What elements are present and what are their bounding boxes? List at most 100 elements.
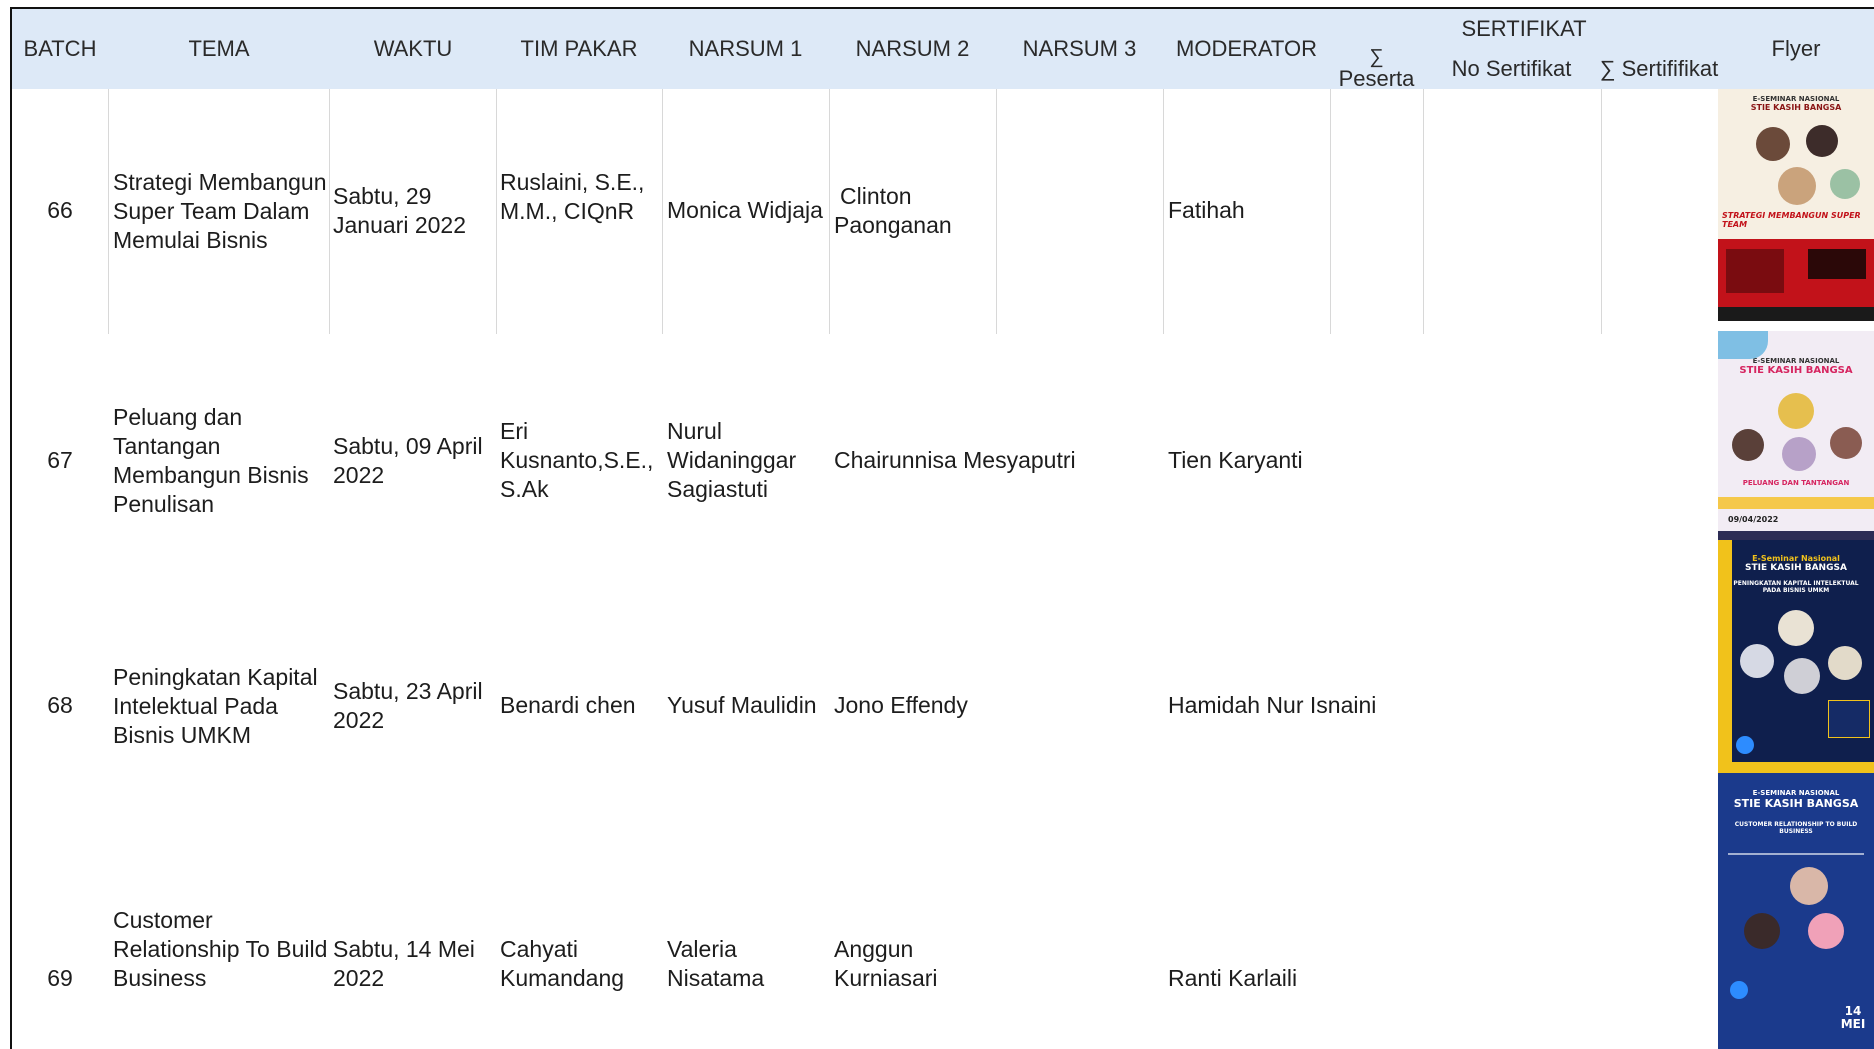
waktu-line: Sabtu, 14 Mei — [333, 936, 475, 962]
narsum-1-line: Valeria — [667, 936, 737, 962]
tema-cell[interactable]: Customer Relationship To Build Business — [113, 906, 327, 993]
sigma-icon: ∑ — [1369, 46, 1384, 68]
waktu-cell[interactable]: Sabtu, 09 April 2022 — [333, 432, 483, 490]
header-flyer[interactable]: Flyer — [1718, 9, 1874, 89]
header-tim-pakar[interactable]: TIM PAKAR — [496, 9, 662, 89]
flyer-heading: E-Seminar Nasional — [1752, 554, 1840, 563]
header-batch[interactable]: BATCH — [12, 9, 108, 89]
flyer-heading: E-SEMINAR NASIONAL — [1752, 789, 1840, 797]
moderator-line: Tien Karyanti — [1168, 447, 1303, 473]
grid-line — [1330, 89, 1331, 334]
narsum-1-cell[interactable]: Valeria Nisatama — [667, 935, 764, 993]
moderator-cell[interactable]: Ranti Karlaili — [1168, 964, 1297, 993]
tim-pakar-line: Kumandang — [500, 965, 625, 991]
flyer-tagline: PENINGKATAN KAPITAL INTELEKTUAL PADA BIS… — [1733, 580, 1859, 594]
flyer-band — [1718, 497, 1874, 509]
speaker-photo — [1756, 127, 1790, 161]
flyer-tagline: STRATEGI MEMBANGUN SUPER TEAM — [1722, 211, 1861, 229]
narsum-2-line: Anggun — [834, 936, 914, 962]
batch-cell[interactable]: 69 — [38, 964, 82, 993]
narsum-2-cell[interactable]: Jono Effendy — [834, 691, 968, 720]
speaker-photo — [1790, 867, 1828, 905]
tim-pakar-cell[interactable]: Eri Kusnanto,S.E., S.Ak — [500, 417, 653, 504]
narsum-1-line: Nisatama — [667, 965, 765, 991]
moderator-line: Hamidah Nur Isnaini — [1168, 692, 1377, 718]
waktu-cell[interactable]: Sabtu, 14 Mei 2022 — [333, 935, 475, 993]
narsum-1-cell[interactable]: Yusuf Maulidin — [667, 691, 817, 720]
moderator-cell[interactable]: Fatihah — [1168, 196, 1245, 225]
waktu-line: 2022 — [333, 707, 385, 733]
tema-line: Intelektual Pada — [113, 693, 278, 719]
flyer-date-box — [1828, 700, 1870, 738]
header-sum-sertifikat[interactable]: ∑ Sertififikat — [1600, 49, 1718, 89]
waktu-line: 2022 — [333, 462, 385, 488]
flyer-footer — [1718, 307, 1874, 321]
header-sertifikat[interactable]: SERTIFIKAT — [1423, 9, 1625, 49]
flyer-tagline: CUSTOMER RELATIONSHIP TO BUILD BUSINESS — [1734, 821, 1858, 835]
header-no-sertifikat[interactable]: No Sertifikat — [1423, 49, 1600, 89]
flyer-heading: E-SEMINAR NASIONAL — [1752, 95, 1840, 103]
header-peserta[interactable]: ∑ Peserta — [1330, 9, 1423, 89]
flyer-image[interactable]: E-SEMINAR NASIONAL STIE KASIH BANGSA PEL… — [1718, 331, 1874, 540]
narsum-1-line: Monica Widjaja — [667, 197, 823, 223]
narsum-2-cell[interactable]: Anggun Kurniasari — [834, 935, 938, 993]
tema-line: Peluang dan — [113, 404, 243, 430]
tema-cell[interactable]: Peluang dan Tantangan Membangun Bisnis P… — [113, 403, 309, 519]
flyer-logo — [1718, 331, 1768, 359]
tim-pakar-line: Benardi chen — [500, 692, 636, 718]
tema-cell[interactable]: Strategi Membangun Super Team Dalam Memu… — [113, 168, 327, 255]
tema-line: Strategi Membangun — [113, 169, 327, 195]
grid-line — [496, 89, 497, 334]
moderator-cell[interactable]: Hamidah Nur Isnaini — [1168, 691, 1376, 720]
batch-cell[interactable]: 68 — [38, 691, 82, 720]
tim-pakar-cell[interactable]: Ruslaini, S.E., M.M., CIQnR — [500, 168, 644, 226]
header-narsum-3[interactable]: NARSUM 3 — [996, 9, 1163, 89]
grid-line — [1601, 89, 1602, 334]
flyer-date: 09/04/2022 — [1728, 515, 1779, 524]
header-peserta-label: Peserta — [1338, 66, 1415, 90]
flyer-image[interactable]: E-Seminar Nasional STIE KASIH BANGSA PEN… — [1718, 540, 1874, 773]
header-narsum-2[interactable]: NARSUM 2 — [829, 9, 996, 89]
zoom-icon — [1730, 981, 1748, 999]
narsum-1-cell[interactable]: Monica Widjaja — [667, 196, 823, 225]
header-moderator[interactable]: MODERATOR — [1163, 9, 1330, 89]
grid-line — [329, 89, 330, 334]
speaker-photo — [1806, 125, 1838, 157]
narsum-2-line: Jono Effendy — [834, 692, 968, 718]
tema-line: Relationship To Build — [113, 936, 328, 962]
waktu-line: Sabtu, 23 April — [333, 678, 483, 704]
flyer-image[interactable]: E-SEMINAR NASIONAL STIE KASIH BANGSA STR… — [1718, 89, 1874, 321]
header-narsum-1[interactable]: NARSUM 1 — [662, 9, 829, 89]
tim-pakar-line: Eri — [500, 418, 529, 444]
tema-line: Peningkatan Kapital — [113, 664, 318, 690]
header-waktu[interactable]: WAKTU — [330, 9, 496, 89]
narsum-2-line: Clinton — [840, 183, 912, 209]
speaker-photo — [1784, 658, 1820, 694]
batch-cell[interactable]: 66 — [38, 196, 82, 225]
tim-pakar-cell[interactable]: Benardi chen — [500, 691, 636, 720]
speaker-photo — [1778, 167, 1816, 205]
header-tema[interactable]: TEMA — [108, 9, 330, 89]
speaker-photo — [1778, 393, 1814, 429]
narsum-2-cell[interactable]: Chairunnisa Mesyaputri — [834, 446, 1076, 475]
flyer-info-box — [1726, 249, 1784, 293]
speaker-photo — [1744, 913, 1780, 949]
narsum-2-cell[interactable]: Clinton Paonganan — [834, 182, 952, 240]
batch-cell[interactable]: 67 — [38, 446, 82, 475]
tema-cell[interactable]: Peningkatan Kapital Intelektual Pada Bis… — [113, 663, 318, 750]
waktu-cell[interactable]: Sabtu, 23 April 2022 — [333, 677, 483, 735]
grid-line — [1423, 89, 1424, 334]
flyer-footer — [1718, 762, 1874, 773]
tim-pakar-line: Cahyati — [500, 936, 578, 962]
moderator-line: Ranti Karlaili — [1168, 965, 1298, 991]
flyer-image[interactable]: E-SEMINAR NASIONAL STIE KASIH BANGSA CUS… — [1718, 773, 1874, 1049]
tim-pakar-cell[interactable]: Cahyati Kumandang — [500, 935, 624, 993]
waktu-cell[interactable]: Sabtu, 29 Januari 2022 — [333, 182, 466, 240]
tema-line: Bisnis UMKM — [113, 722, 252, 748]
moderator-cell[interactable]: Tien Karyanti — [1168, 446, 1303, 475]
grid-line — [1163, 89, 1164, 334]
flyer-date: 14 MEI — [1840, 1004, 1866, 1031]
narsum-1-cell[interactable]: Nurul Widaninggar Sagiastuti — [667, 417, 796, 504]
tema-line: Tantangan — [113, 433, 221, 459]
narsum-2-line: Paonganan — [834, 212, 952, 238]
